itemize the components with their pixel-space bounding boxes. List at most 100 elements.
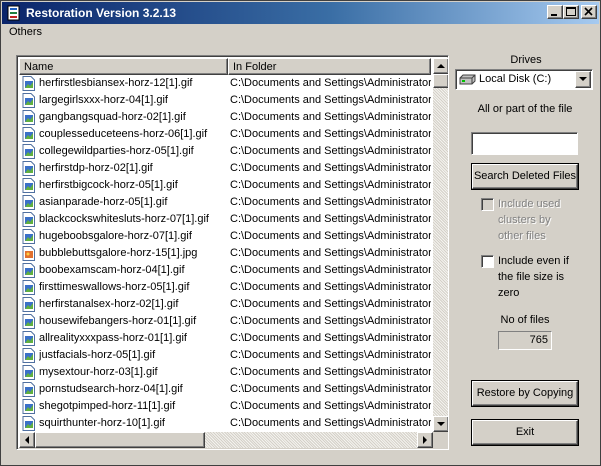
folder-cell: C:\Documents and Settings\Administrator\… <box>230 298 431 310</box>
file-name-cell: herfirstlesbiansex-horz-12[1].gif <box>39 77 193 89</box>
file-name-cell: herfirstbigcock-horz-05[1].gif <box>39 179 178 191</box>
gif-file-icon <box>22 365 35 380</box>
close-button[interactable] <box>581 5 597 19</box>
gif-file-icon <box>22 178 35 193</box>
folder-cell: C:\Documents and Settings\Administrator\… <box>230 94 431 106</box>
table-row[interactable]: couplesseduceteens-horz-06[1].gif C:\Docu… <box>19 126 431 143</box>
file-name-cell: boobexamscam-horz-04[1].gif <box>39 264 185 276</box>
folder-cell: C:\Documents and Settings\Administrator\… <box>230 179 431 191</box>
minimize-button[interactable] <box>547 5 563 19</box>
table-row[interactable]: firsttimeswallows-horz-05[1].gif C:\Docum… <box>19 279 431 296</box>
table-row[interactable]: mysextour-horz-03[1].gif C:\Documents and… <box>19 364 431 381</box>
file-name-cell: blackcockswhitesluts-horz-07[1].gif <box>39 213 209 225</box>
folder-cell: C:\Documents and Settings\Administrator\… <box>230 196 431 208</box>
include-used-clusters-checkbox[interactable] <box>481 198 494 211</box>
table-row[interactable]: shegotpimped-horz-11[1].gif C:\Documents … <box>19 398 431 415</box>
horizontal-scroll-thumb[interactable] <box>35 432 205 448</box>
include-used-clusters-label: Include used clusters by other files <box>498 198 561 242</box>
restore-by-copying-button[interactable]: Restore by Copying <box>472 381 578 406</box>
folder-cell: C:\Documents and Settings\Administrator\… <box>230 145 431 157</box>
vertical-scrollbar[interactable] <box>433 58 448 432</box>
table-row[interactable]: herfirstdp-horz-02[1].gif C:\Documents an… <box>19 160 431 177</box>
file-name-input[interactable] <box>471 132 578 155</box>
drive-select[interactable]: Local Disk (C:) <box>455 69 593 90</box>
table-row[interactable]: hugeboobsgalore-horz-07[1].gif C:\Documen… <box>19 228 431 245</box>
folder-cell: C:\Documents and Settings\Administrator\… <box>230 366 431 378</box>
file-name-cell: firsttimeswallows-horz-05[1].gif <box>39 281 190 293</box>
drives-label: Drives <box>510 54 542 66</box>
scroll-right-button[interactable] <box>417 432 433 448</box>
table-row[interactable]: justfacials-horz-05[1].gif C:\Documents a… <box>19 347 431 364</box>
horizontal-scrollbar[interactable] <box>19 432 433 448</box>
arrow-right-icon <box>423 436 427 444</box>
column-header-name[interactable]: Name <box>19 58 228 75</box>
gif-file-icon <box>22 399 35 414</box>
table-row[interactable]: herfirstlesbiansex-horz-12[1].gif C:\Docu… <box>19 75 431 92</box>
gif-file-icon <box>22 348 35 363</box>
gif-file-icon <box>22 297 35 312</box>
chevron-down-icon <box>579 77 587 81</box>
file-name-cell: herfirstanalsex-horz-02[1].gif <box>39 298 179 310</box>
gif-file-icon <box>22 416 35 431</box>
table-row[interactable]: housewifebangers-horz-01[1].gif C:\Docume… <box>19 313 431 330</box>
table-row[interactable]: blackcockswhitesluts-horz-07[1].gif C:\Do… <box>19 211 431 228</box>
file-name-cell: asianparade-horz-05[1].gif <box>39 196 168 208</box>
app-window: Restoration Version 3.2.13 Others Name I… <box>0 0 601 466</box>
gif-file-icon <box>22 110 35 125</box>
exit-button[interactable]: Exit <box>472 420 578 445</box>
hard-drive-icon <box>459 74 476 85</box>
list-rows: herfirstlesbiansex-horz-12[1].gif C:\Docu… <box>19 75 431 431</box>
file-name-cell: gangbangsquad-horz-02[1].gif <box>39 111 186 123</box>
table-row[interactable]: asianparade-horz-05[1].gif C:\Documents a… <box>19 194 431 211</box>
folder-cell: C:\Documents and Settings\Administrator\… <box>230 213 431 225</box>
folder-cell: C:\Documents and Settings\Administrator\… <box>230 230 431 242</box>
file-name-cell: largegirlsxxx-horz-04[1].gif <box>39 94 168 106</box>
maximize-button[interactable] <box>563 5 579 19</box>
gif-file-icon <box>22 76 35 91</box>
file-name-cell: housewifebangers-horz-01[1].gif <box>39 315 197 327</box>
table-row[interactable]: largegirlsxxx-horz-04[1].gif C:\Documents… <box>19 92 431 109</box>
search-deleted-files-button[interactable]: Search Deleted Files <box>472 164 578 189</box>
gif-file-icon <box>22 144 35 159</box>
table-row[interactable]: herfirstanalsex-horz-02[1].gif C:\Documen… <box>19 296 431 313</box>
folder-cell: C:\Documents and Settings\Administrator\… <box>230 247 431 259</box>
app-icon <box>7 5 20 21</box>
scroll-down-button[interactable] <box>433 416 448 432</box>
gif-file-icon <box>22 280 35 295</box>
table-row[interactable]: allrealityxxxpass-horz-01[1].gif C:\Docum… <box>19 330 431 347</box>
minimize-icon <box>551 14 557 16</box>
folder-cell: C:\Documents and Settings\Administrator\… <box>230 281 431 293</box>
table-row[interactable]: collegewildparties-horz-05[1].gif C:\Docu… <box>19 143 431 160</box>
file-name-cell: justfacials-horz-05[1].gif <box>39 349 156 361</box>
file-list[interactable]: Name In Folder herfirstlesbiansex-horz-1… <box>16 55 449 450</box>
gif-file-icon <box>22 331 35 346</box>
gif-file-icon <box>22 263 35 278</box>
folder-cell: C:\Documents and Settings\Administrator\… <box>230 264 431 276</box>
menu-bar: Others <box>2 24 599 42</box>
vertical-scroll-thumb[interactable] <box>433 74 448 88</box>
close-icon <box>584 7 593 16</box>
file-name-cell: squirthunter-horz-10[1].gif <box>39 417 165 429</box>
scroll-up-button[interactable] <box>433 58 448 74</box>
include-zero-size-label: Include even if the file size is zero <box>498 255 569 299</box>
table-row[interactable]: boobexamscam-horz-04[1].gif C:\Documents … <box>19 262 431 279</box>
table-row[interactable]: pornstudsearch-horz-04[1].gif C:\Document… <box>19 381 431 398</box>
drive-dropdown-button[interactable] <box>575 71 591 88</box>
folder-cell: C:\Documents and Settings\Administrator\… <box>230 417 431 429</box>
column-header-folder[interactable]: In Folder <box>228 58 431 75</box>
folder-cell: C:\Documents and Settings\Administrator\… <box>230 162 431 174</box>
folder-cell: C:\Documents and Settings\Administrator\… <box>230 400 431 412</box>
table-row[interactable]: gangbangsquad-horz-02[1].gif C:\Documents… <box>19 109 431 126</box>
scroll-left-button[interactable] <box>19 432 35 448</box>
table-row[interactable]: herfirstbigcock-horz-05[1].gif C:\Documen… <box>19 177 431 194</box>
folder-cell: C:\Documents and Settings\Administrator\… <box>230 349 431 361</box>
table-row[interactable]: bubblebuttsgalore-horz-15[1].jpg C:\Docum… <box>19 245 431 262</box>
menu-others[interactable]: Others <box>9 26 42 38</box>
file-name-cell: shegotpimped-horz-11[1].gif <box>39 400 176 412</box>
file-name-cell: couplesseduceteens-horz-06[1].gif <box>39 128 208 140</box>
table-row[interactable]: squirthunter-horz-10[1].gif C:\Documents … <box>19 415 431 431</box>
title-bar[interactable]: Restoration Version 3.2.13 <box>2 2 599 24</box>
file-count-value: 765 <box>498 331 552 350</box>
gif-file-icon <box>22 212 35 227</box>
include-zero-size-checkbox[interactable] <box>481 255 494 268</box>
